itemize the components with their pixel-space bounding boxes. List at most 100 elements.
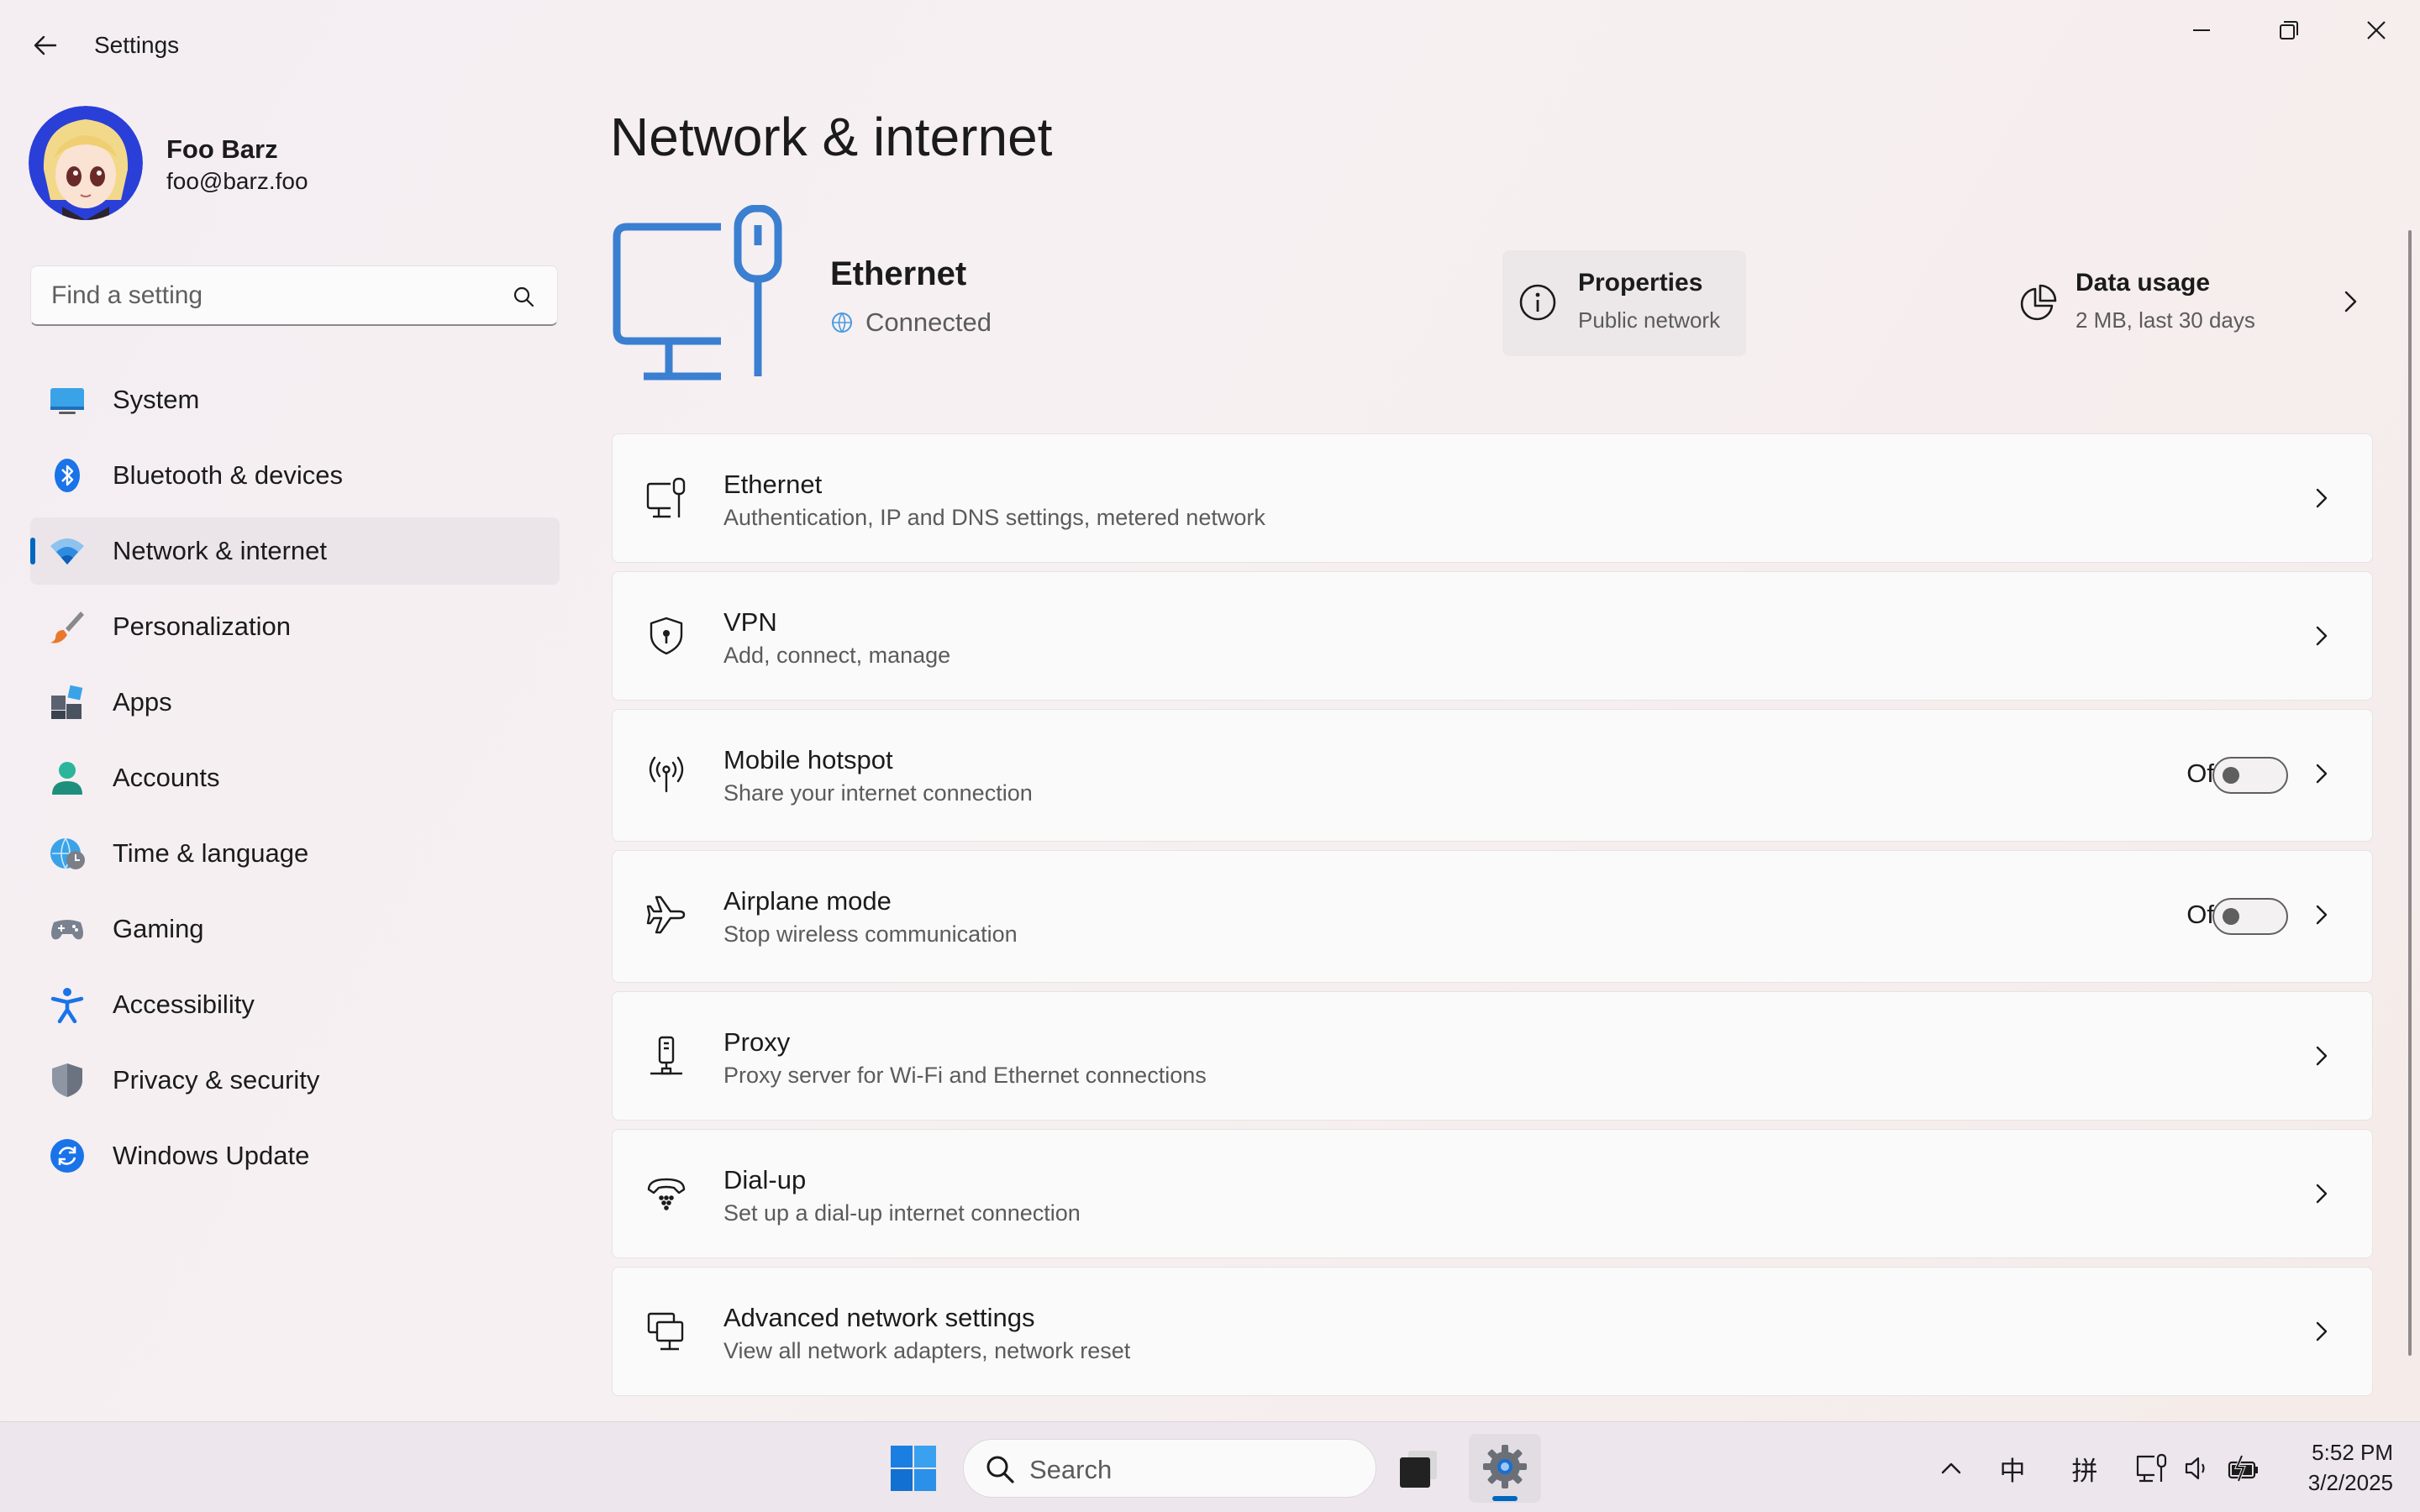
vertical-scrollbar[interactable] xyxy=(2408,230,2412,1356)
advanced-network-settings-card[interactable]: Advanced network settings View all netwo… xyxy=(612,1267,2373,1396)
sidebar-item-label: Accessibility xyxy=(113,990,255,1019)
search-icon xyxy=(513,286,534,307)
card-subtitle: Share your internet connection xyxy=(723,780,1033,806)
dialup-icon xyxy=(644,1172,688,1215)
sidebar-item-accounts[interactable]: Accounts xyxy=(30,744,560,811)
sidebar-item-system[interactable]: System xyxy=(30,366,560,433)
taskbar-app-settings[interactable] xyxy=(1469,1434,1541,1503)
globe-clock-icon xyxy=(49,835,86,872)
sidebar-item-label: System xyxy=(113,385,200,414)
ethernet-monitor-icon xyxy=(613,205,782,381)
user-name: Foo Barz xyxy=(166,134,278,164)
mobile-hotspot-card[interactable]: Mobile hotspot Share your internet conne… xyxy=(612,709,2373,842)
ethernet-status-header: Ethernet Connected Properties Public net… xyxy=(610,205,2375,390)
sidebar-item-bluetooth[interactable]: Bluetooth & devices xyxy=(30,442,560,509)
mobile-hotspot-toggle[interactable] xyxy=(2212,757,2288,794)
airplane-icon xyxy=(644,893,688,937)
person-icon xyxy=(49,759,86,796)
vpn-shield-icon xyxy=(644,614,688,658)
data-usage-button[interactable]: Data usage 2 MB, last 30 days xyxy=(2017,250,2370,356)
vpn-card[interactable]: VPN Add, connect, manage xyxy=(612,571,2373,701)
restore-icon xyxy=(2280,21,2298,39)
properties-title: Properties xyxy=(1578,269,1703,297)
sidebar-item-label: Network & internet xyxy=(113,536,327,565)
search-input[interactable] xyxy=(51,266,505,325)
taskbar-search-label: Search xyxy=(1029,1455,1113,1484)
sidebar-item-windows-update[interactable]: Windows Update xyxy=(30,1122,560,1189)
globe-icon xyxy=(832,312,852,333)
quick-settings-button[interactable] xyxy=(2134,1447,2260,1489)
taskbar: Search 中 拼 5:52 PM 3/2/2025 xyxy=(0,1421,2420,1512)
data-usage-title: Data usage xyxy=(2075,269,2211,297)
sidebar-item-label: Windows Update xyxy=(113,1141,310,1170)
battery-charging-icon xyxy=(2228,1455,2258,1482)
ethernet-settings-card[interactable]: Ethernet Authentication, IP and DNS sett… xyxy=(612,433,2373,563)
app-title: Settings xyxy=(94,32,180,58)
avatar[interactable] xyxy=(29,106,143,220)
chevron-up-icon xyxy=(1941,1462,1961,1474)
minimize-icon xyxy=(2193,29,2210,31)
ime-mode-indicator[interactable]: 拼 xyxy=(2064,1447,2106,1489)
network-settings-list: Ethernet Authentication, IP and DNS sett… xyxy=(612,433,2373,1404)
system-icon xyxy=(49,381,86,418)
back-button[interactable] xyxy=(24,24,67,67)
sidebar-item-time-language[interactable]: Time & language xyxy=(30,820,560,887)
card-title: Ethernet xyxy=(723,470,823,499)
sidebar-item-label: Personalization xyxy=(113,612,291,641)
close-icon xyxy=(2367,21,2386,39)
sidebar-item-apps[interactable]: Apps xyxy=(30,669,560,736)
data-usage-subtitle: 2 MB, last 30 days xyxy=(2075,307,2255,333)
toggle-knob xyxy=(2223,767,2239,784)
clock-date: 3/2/2025 xyxy=(2307,1470,2393,1495)
gear-icon xyxy=(1483,1445,1527,1488)
sidebar-item-label: Bluetooth & devices xyxy=(113,460,344,490)
page-title: Network & internet xyxy=(610,107,1053,167)
windows-logo-icon xyxy=(891,1446,936,1491)
airplane-mode-card[interactable]: Airplane mode Stop wireless communicatio… xyxy=(612,850,2373,983)
task-view-icon xyxy=(1400,1451,1437,1488)
brush-icon xyxy=(49,608,86,645)
card-subtitle: Add, connect, manage xyxy=(723,643,951,668)
chevron-right-icon xyxy=(2307,621,2337,651)
clock-time: 5:52 PM xyxy=(2312,1440,2393,1465)
card-title: Dial-up xyxy=(723,1165,807,1194)
restore-button[interactable] xyxy=(2247,7,2331,54)
sidebar-item-gaming[interactable]: Gaming xyxy=(30,895,560,963)
toggle-knob xyxy=(2223,908,2239,925)
hotspot-icon xyxy=(644,752,688,795)
bluetooth-icon xyxy=(49,457,86,494)
chevron-right-icon xyxy=(2307,1316,2337,1347)
user-profile[interactable]: Foo Barz foo@barz.foo xyxy=(29,106,566,223)
start-button[interactable] xyxy=(889,1444,938,1493)
chevron-right-icon xyxy=(2307,1179,2337,1209)
sidebar-item-personalization[interactable]: Personalization xyxy=(30,593,560,660)
properties-subtitle: Public network xyxy=(1578,307,1721,333)
taskbar-search[interactable]: Search xyxy=(963,1439,1376,1498)
active-app-indicator xyxy=(1492,1496,1518,1501)
ime-language-indicator[interactable]: 中 xyxy=(1991,1447,2033,1489)
sidebar-item-network[interactable]: Network & internet xyxy=(30,517,560,585)
properties-button[interactable]: Properties Public network xyxy=(1502,250,1746,356)
connection-status-text: Connected xyxy=(865,307,992,337)
volume-icon xyxy=(2185,1457,2205,1480)
show-hidden-icons-button[interactable] xyxy=(1934,1447,1968,1489)
card-subtitle: View all network adapters, network reset xyxy=(723,1338,1131,1363)
sidebar-item-accessibility[interactable]: Accessibility xyxy=(30,971,560,1038)
card-title: Proxy xyxy=(723,1027,791,1057)
sidebar-item-privacy-security[interactable]: Privacy & security xyxy=(30,1047,560,1114)
card-subtitle: Proxy server for Wi-Fi and Ethernet conn… xyxy=(723,1063,1207,1088)
airplane-mode-toggle[interactable] xyxy=(2212,898,2288,935)
sidebar-nav: System Bluetooth & devices Network & int… xyxy=(30,366,560,1198)
back-arrow-icon xyxy=(34,35,57,55)
chevron-right-icon xyxy=(2307,1041,2337,1071)
taskbar-clock[interactable]: 5:52 PM 3/2/2025 xyxy=(2284,1437,2393,1498)
minimize-button[interactable] xyxy=(2160,7,2244,54)
title-bar: Settings xyxy=(0,0,2420,92)
shield-icon xyxy=(49,1062,86,1099)
sidebar-item-label: Time & language xyxy=(113,838,309,868)
settings-search[interactable] xyxy=(30,265,558,326)
close-button[interactable] xyxy=(2334,7,2418,54)
taskbar-app-task-view[interactable] xyxy=(1397,1446,1442,1491)
proxy-card[interactable]: Proxy Proxy server for Wi-Fi and Etherne… xyxy=(612,991,2373,1121)
dial-up-card[interactable]: Dial-up Set up a dial-up internet connec… xyxy=(612,1129,2373,1258)
